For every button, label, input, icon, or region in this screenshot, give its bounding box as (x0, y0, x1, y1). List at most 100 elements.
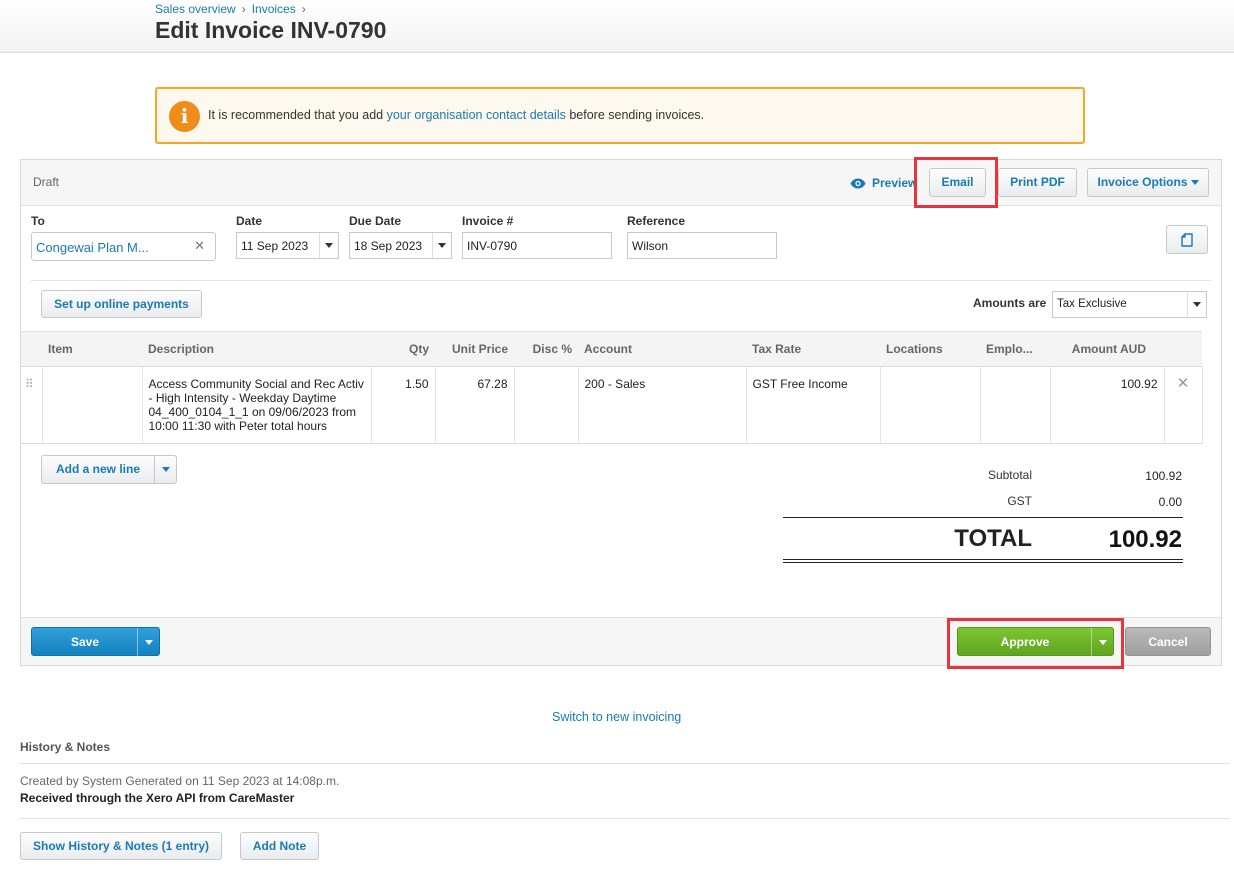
status-label: Draft (33, 175, 60, 189)
save-button[interactable]: Save (32, 628, 138, 657)
breadcrumb-separator: › (301, 2, 306, 16)
due-date-dropdown-icon[interactable] (432, 233, 451, 258)
tax-rate-cell[interactable]: GST Free Income (745, 366, 880, 444)
remove-line-icon[interactable]: ✕ (1163, 366, 1203, 444)
disc-cell[interactable] (513, 366, 578, 444)
preview-button[interactable]: Preview (850, 176, 917, 190)
print-pdf-button[interactable]: Print PDF (998, 168, 1077, 197)
clear-icon[interactable]: ✕ (194, 238, 205, 254)
contact-details-alert: i It is recommended that you add your or… (155, 87, 1085, 144)
drag-handle-icon[interactable]: ⠿ (21, 366, 42, 444)
chevron-down-icon (161, 467, 170, 473)
page-header: Sales overview › Invoices › Edit Invoice IN… (0, 0, 1234, 53)
employee-cell[interactable] (979, 366, 1050, 444)
breadcrumb: Sales overview › Invoices › (155, 2, 312, 16)
total-double-line (783, 562, 1183, 563)
reference-label: Reference (627, 214, 686, 228)
add-line-dropdown[interactable] (154, 456, 176, 483)
gst-label: GST (1007, 494, 1032, 508)
total-value: 100.92 (1108, 526, 1182, 553)
switch-to-new-invoicing-link[interactable]: Switch to new invoicing (552, 710, 681, 724)
history-divider (20, 818, 1230, 819)
show-history-notes-button[interactable]: Show History & Notes (1 entry) (20, 832, 222, 860)
table-header-row: Item Description Qty Unit Price Disc % A… (21, 331, 1202, 367)
reference-input[interactable]: Wilson (627, 232, 777, 259)
save-dropdown-icon[interactable] (137, 628, 159, 657)
organisation-contact-details-link[interactable]: your organisation contact details (387, 108, 566, 122)
account-cell[interactable]: 200 - Sales (577, 366, 746, 444)
chevron-down-icon[interactable] (1187, 292, 1206, 317)
breadcrumb-separator: › (241, 2, 246, 16)
history-received-text: Received through the Xero API from CareM… (20, 791, 295, 805)
preview-label: Preview (872, 176, 918, 190)
invoice-options-label: Invoice Options (1097, 175, 1188, 189)
amount-cell[interactable]: 100.92 (1049, 366, 1164, 444)
date-value: 11 Sep 2023 (241, 239, 309, 253)
copy-button[interactable] (1166, 225, 1208, 254)
form-divider (31, 280, 1211, 281)
column-header: Tax Rate (746, 331, 880, 367)
cancel-button[interactable]: Cancel (1125, 627, 1211, 656)
save-split-button: Save (31, 627, 160, 657)
chevron-down-icon (1190, 180, 1199, 186)
contact-name[interactable]: Congewai Plan M... (36, 240, 149, 255)
invoice-options-button[interactable]: Invoice Options (1087, 168, 1209, 197)
date-label: Date (236, 214, 263, 228)
set-up-online-payments-button[interactable]: Set up online payments (41, 290, 202, 318)
table-header-remove (1164, 331, 1202, 367)
invoice-number-input[interactable]: INV-0790 (462, 232, 612, 259)
due-date-value: 18 Sep 2023 (354, 239, 423, 253)
history-divider (20, 763, 1230, 764)
description-cell[interactable]: Access Community Social and Rec Activ - … (141, 366, 371, 444)
column-header: Description (142, 331, 371, 367)
column-header: Locations (880, 331, 980, 367)
subtotal-value: 100.92 (1145, 469, 1182, 483)
qty-cell[interactable]: 1.50 (370, 366, 435, 444)
column-header: Qty (371, 331, 435, 367)
total-divider (783, 517, 1183, 518)
table-header-handle (21, 331, 42, 367)
unit-price-cell[interactable]: 67.28 (434, 366, 514, 444)
locations-cell[interactable] (879, 366, 980, 444)
column-header: Account (578, 331, 746, 367)
line-items-table: Item Description Qty Unit Price Disc % A… (21, 331, 1203, 444)
total-label: TOTAL (954, 525, 1032, 552)
email-highlight-box (914, 157, 998, 208)
due-date-field[interactable]: 18 Sep 2023 (349, 232, 452, 259)
breadcrumb-invoices[interactable]: Invoices (252, 2, 296, 16)
history-created-text: Created by System Generated on 11 Sep 20… (20, 774, 340, 788)
amounts-are-value: Tax Exclusive (1057, 298, 1127, 310)
add-note-button[interactable]: Add Note (240, 832, 319, 860)
cancel-label: Cancel (1148, 635, 1188, 649)
history-notes-title: History & Notes (20, 740, 111, 754)
due-date-label: Due Date (349, 214, 402, 228)
column-header: Disc % (514, 331, 578, 367)
total-double-line (783, 559, 1183, 560)
invoice-toolbar: Draft Preview Email Print PDF Invoice Op… (21, 160, 1221, 206)
column-header: Item (42, 331, 142, 367)
eye-icon (850, 178, 866, 189)
info-icon: i (169, 101, 200, 132)
amounts-are-label: Amounts are (973, 296, 1047, 310)
date-dropdown-icon[interactable] (319, 233, 338, 258)
alert-message: It is recommended that you add your orga… (208, 108, 704, 122)
alert-text-before: It is recommended that you add (208, 108, 387, 122)
invoice-panel: Draft Preview Email Print PDF Invoice Op… (20, 157, 1222, 669)
subtotal-label: Subtotal (987, 468, 1032, 482)
column-header: Unit Price (435, 331, 514, 367)
column-header: Amount AUD (1050, 331, 1164, 367)
amounts-are-select[interactable]: Tax Exclusive (1052, 291, 1207, 318)
alert-text-after: before sending invoices. (565, 108, 705, 122)
add-new-line-split-button: Add a new line (41, 455, 177, 484)
gst-value: 0.00 (1158, 495, 1182, 509)
invoice-number-label: Invoice # (462, 214, 514, 228)
item-cell[interactable] (41, 366, 142, 444)
breadcrumb-sales-overview[interactable]: Sales overview (155, 2, 236, 16)
approve-highlight-box (947, 618, 1124, 669)
to-label: To (31, 214, 45, 228)
add-new-line-button[interactable]: Add a new line (42, 456, 154, 483)
column-header: Emplo... (980, 331, 1050, 367)
contact-field[interactable]: Congewai Plan M... ✕ (31, 232, 216, 261)
page-title: Edit Invoice INV-0790 (155, 17, 387, 43)
date-field[interactable]: 11 Sep 2023 (236, 232, 339, 259)
